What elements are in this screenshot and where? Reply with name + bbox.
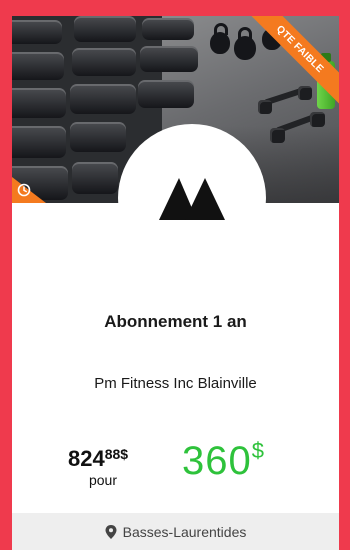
merchant-name: Pm Fitness Inc Blainville <box>94 375 257 392</box>
hex-dumbbell-end <box>310 112 325 127</box>
dumbbell <box>70 122 126 152</box>
dumbbell <box>12 126 66 158</box>
dumbbell <box>142 18 194 40</box>
dumbbell <box>72 162 118 194</box>
deal-price-currency: $ <box>251 438 264 463</box>
hex-dumbbell-end <box>270 128 285 143</box>
pour-label: pour <box>88 472 118 488</box>
location-bar[interactable]: Basses-Laurentides <box>12 513 339 550</box>
deal-price-main: 360 <box>182 439 252 483</box>
dumbbell <box>12 88 66 118</box>
kettlebell <box>234 27 256 60</box>
merchant-logo <box>118 124 266 272</box>
gym-logo <box>159 178 225 220</box>
dumbbell <box>72 48 136 76</box>
hex-dumbbell-end <box>258 100 272 114</box>
location-label: Basses-Laurentides <box>122 523 247 540</box>
deal-price: 360$ <box>182 438 264 484</box>
dumbbell <box>140 46 198 72</box>
map-pin-icon <box>105 524 117 539</box>
dumbbell <box>70 84 136 114</box>
dumbbell <box>12 52 64 80</box>
kettlebell <box>210 23 230 54</box>
deal-card[interactable]: QTE FAIBLE Abonnement 1 an Pm Fitness In… <box>12 16 339 550</box>
regular-price: 82488$ <box>68 446 158 472</box>
clock-icon <box>17 183 31 197</box>
regular-price-main: 824 <box>68 446 105 471</box>
dumbbell <box>138 80 194 108</box>
offer-title: Abonnement 1 an <box>104 312 247 331</box>
regular-price-cents: 88$ <box>104 446 129 462</box>
hex-dumbbell-end <box>298 86 312 100</box>
dumbbell <box>74 16 136 42</box>
dumbbell <box>12 20 62 44</box>
